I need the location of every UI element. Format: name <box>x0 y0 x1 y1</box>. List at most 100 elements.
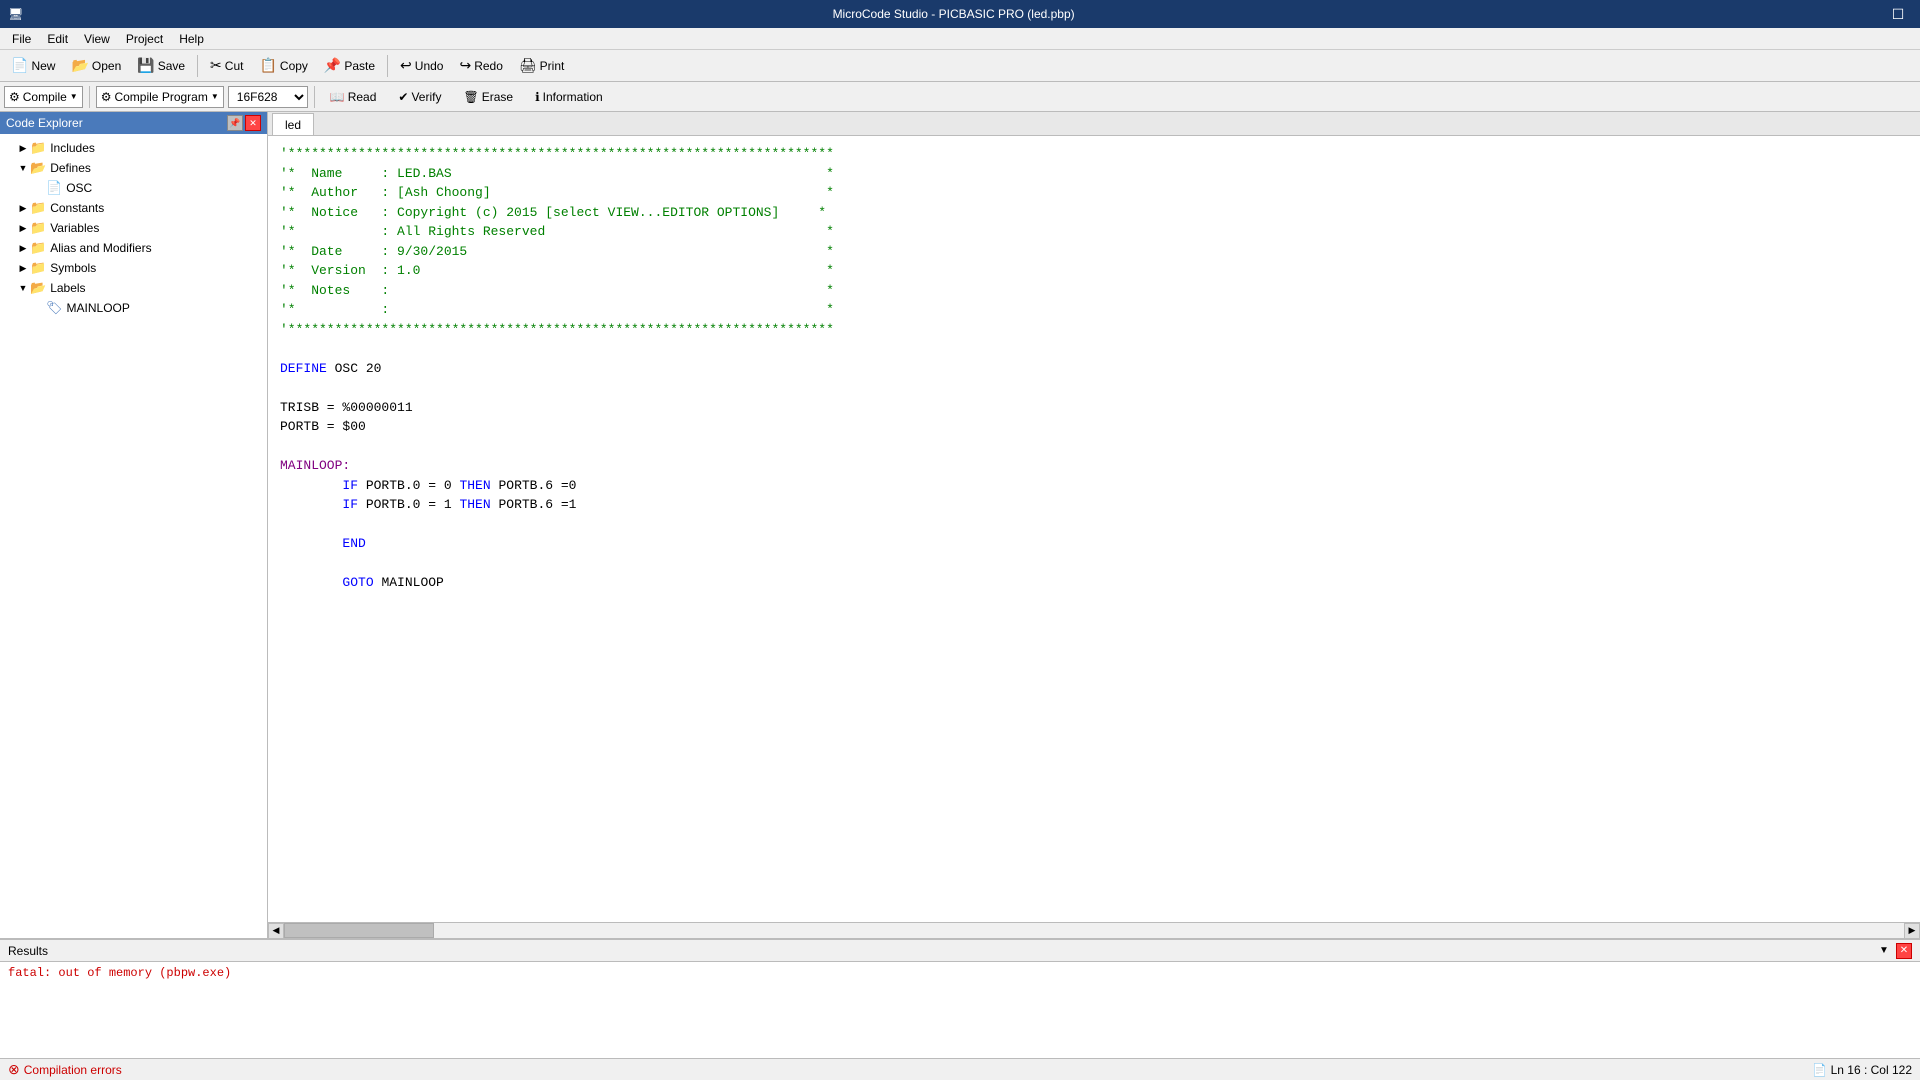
code-line: GOTO MAINLOOP <box>280 575 444 590</box>
position-text: Ln 16 : Col 122 <box>1831 1063 1912 1077</box>
tree-expand-icon: ▶ <box>16 223 30 234</box>
folder-icon: 📁 <box>30 200 46 216</box>
error-icon: ⊗ <box>8 1061 20 1078</box>
results-error-text: fatal: out of memory (pbpw.exe) <box>8 966 231 980</box>
code-line: '* Notes : * <box>280 283 834 298</box>
status-bar: ⊗ Compilation errors 📄 Ln 16 : Col 122 <box>0 1058 1920 1080</box>
code-line: MAINLOOP: <box>280 458 350 473</box>
undo-button[interactable]: ↩Undo <box>393 54 450 77</box>
paste-button[interactable]: 📌Paste <box>317 54 382 77</box>
code-line: PORTB = $00 <box>280 419 366 434</box>
tree-item-constants[interactable]: ▶📁Constants <box>0 198 267 218</box>
tree-item-alias-and-modifiers[interactable]: ▶📁Alias and Modifiers <box>0 238 267 258</box>
compile-prog-icon: ⚙ <box>101 90 112 104</box>
code-line: '* Date : 9/30/2015 * <box>280 244 834 259</box>
tree-label: Labels <box>50 281 85 295</box>
compile-label: Compile <box>23 90 67 104</box>
save-button[interactable]: 💾Save <box>130 54 192 77</box>
maximize-button[interactable]: ☐ <box>1884 3 1912 25</box>
tree-view: ▶📁Includes▼📂Defines📄OSC▶📁Constants▶📁Vari… <box>0 134 267 938</box>
tree-label: Constants <box>50 201 104 215</box>
print-button[interactable]: 🖨Print <box>512 54 571 77</box>
new-icon: 📄 <box>11 57 28 74</box>
cut-button[interactable]: ✂Cut <box>203 54 250 77</box>
app-icon: 🖥 <box>8 7 23 21</box>
open-button[interactable]: 📂Open <box>64 54 128 77</box>
results-close-button[interactable]: ✕ <box>1896 943 1912 959</box>
tab-label: led <box>285 118 301 132</box>
information-button[interactable]: ℹInformation <box>526 87 612 107</box>
tree-item-mainloop[interactable]: 🏷MAINLOOP <box>0 298 267 318</box>
erase-icon: 🗑 <box>463 90 478 104</box>
compile-button[interactable]: ⚙Compile▼ <box>4 86 83 108</box>
verify-button[interactable]: ✔Verify <box>389 87 450 107</box>
folder-icon: 📁 <box>30 220 46 236</box>
code-line: DEFINE OSC 20 <box>280 361 381 376</box>
tree-item-symbols[interactable]: ▶📁Symbols <box>0 258 267 278</box>
menu-item-help[interactable]: Help <box>171 30 212 48</box>
code-line: IF PORTB.0 = 0 THEN PORTB.6 =0 <box>280 478 577 493</box>
code-editor[interactable]: '***************************************… <box>268 136 1920 922</box>
toolbar2: ⚙Compile▼⚙Compile Program▼16F628📖Read✔Ve… <box>0 82 1920 112</box>
tree-label: Defines <box>50 161 91 175</box>
scroll-right-arrow[interactable]: ▶ <box>1904 923 1920 939</box>
main-content: Code Explorer 📌 ✕ ▶📁Includes▼📂Defines📄OS… <box>0 112 1920 938</box>
copy-label: Copy <box>280 59 308 73</box>
tree-label: OSC <box>66 181 92 195</box>
tree-label: Includes <box>50 141 95 155</box>
menu-item-edit[interactable]: Edit <box>39 30 76 48</box>
left-panel: Code Explorer 📌 ✕ ▶📁Includes▼📂Defines📄OS… <box>0 112 268 938</box>
compile-icon: ⚙ <box>9 90 20 104</box>
panel-title: Code Explorer <box>6 116 83 130</box>
code-line: '* Name : LED.BAS * <box>280 166 834 181</box>
chip-select[interactable]: 16F628 <box>228 86 308 108</box>
menu-item-view[interactable]: View <box>76 30 118 48</box>
panel-close-button[interactable]: ✕ <box>245 115 261 131</box>
editor-tab-led[interactable]: led <box>272 113 314 135</box>
compile-prog-label: Compile Program <box>114 90 207 104</box>
tree-item-osc[interactable]: 📄 OSC <box>0 178 267 198</box>
erase-button[interactable]: 🗑Erase <box>454 87 522 107</box>
horizontal-scrollbar[interactable]: ◀ ▶ <box>268 922 1920 938</box>
toolbar-sep-3 <box>197 55 198 77</box>
code-line: '* Version : 1.0 * <box>280 263 834 278</box>
tree-expand-icon: ▶ <box>16 263 30 274</box>
read-button[interactable]: 📖Read <box>321 87 386 107</box>
panel-pin-button[interactable]: 📌 <box>227 115 243 131</box>
results-title: Results <box>8 944 48 958</box>
tree-item-defines[interactable]: ▼📂Defines <box>0 158 267 178</box>
tab-bar: led <box>268 112 1920 136</box>
new-label: New <box>31 59 55 73</box>
results-controls: ▼ ✕ <box>1876 943 1912 959</box>
tree-item-variables[interactable]: ▶📁Variables <box>0 218 267 238</box>
menu-item-project[interactable]: Project <box>118 30 171 48</box>
scroll-thumb[interactable] <box>284 923 434 938</box>
code-line: IF PORTB.0 = 1 THEN PORTB.6 =1 <box>280 497 577 512</box>
tree-expand-icon: ▶ <box>16 243 30 254</box>
tree-label: Alias and Modifiers <box>50 241 151 255</box>
tree-item-includes[interactable]: ▶📁Includes <box>0 138 267 158</box>
redo-button[interactable]: ↪Redo <box>452 54 509 77</box>
code-line: END <box>280 536 366 551</box>
item-icon: 📄 <box>46 180 62 196</box>
cut-label: Cut <box>225 59 244 73</box>
save-icon: 💾 <box>137 57 154 74</box>
results-dropdown-button[interactable]: ▼ <box>1876 943 1892 959</box>
scroll-left-arrow[interactable]: ◀ <box>268 923 284 939</box>
verify-icon: ✔ <box>398 90 408 104</box>
read-label: Read <box>348 90 377 104</box>
tree-item-labels[interactable]: ▼📂Labels <box>0 278 267 298</box>
new-button[interactable]: 📄New <box>4 54 62 77</box>
tree-expand-icon: ▼ <box>16 163 30 173</box>
read-icon: 📖 <box>330 90 345 104</box>
menu-bar: FileEditViewProjectHelp <box>0 28 1920 50</box>
information-label: Information <box>543 90 603 104</box>
menu-item-file[interactable]: File <box>4 30 39 48</box>
scroll-track[interactable] <box>284 923 1904 938</box>
copy-button[interactable]: 📋Copy <box>252 54 314 77</box>
compile-program-button[interactable]: ⚙Compile Program▼ <box>96 86 224 108</box>
results-content: fatal: out of memory (pbpw.exe) <box>0 962 1920 1058</box>
code-line: '* : * <box>280 302 834 317</box>
toolbar: 📄New📂Open💾Save✂Cut📋Copy📌Paste↩Undo↪Redo🖨… <box>0 50 1920 82</box>
undo-icon: ↩ <box>400 57 412 74</box>
